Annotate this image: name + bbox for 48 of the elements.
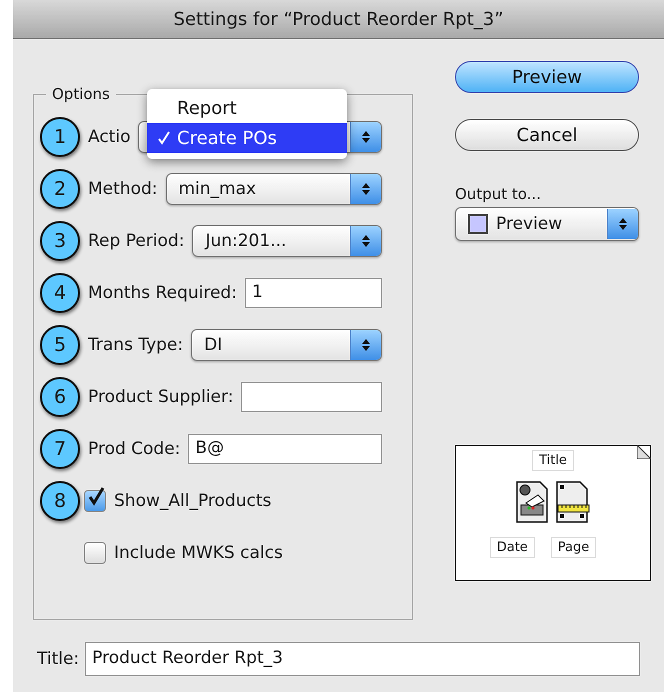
dialog-button[interactable]: Cancel [455,119,639,151]
stepper-arrows-icon [350,330,381,360]
field-label: Prod Code: [88,438,180,458]
stepper-arrows-icon [350,122,381,152]
footer-slot[interactable]: Page [550,537,596,558]
check-icon [157,131,171,145]
ruler-document-icon [556,481,590,523]
step-number: 7 [40,428,80,468]
window-title: Settings for “Product Reorder Rpt_3” [173,8,504,30]
title-label: Title: [37,649,80,669]
popup-menu[interactable]: Jun:201... [192,224,382,256]
group-label: Options [51,85,111,103]
field-label: Product Supplier: [88,386,234,406]
dialog-button[interactable]: Preview [455,61,639,93]
field-label: Trans Type: [88,334,184,354]
menu-item[interactable]: Create POs [147,123,347,153]
checkbox-label: Include MWKS calcs [114,542,283,562]
field-label: Actio [88,126,130,146]
folded-corner-icon [637,445,651,459]
footer-slot[interactable]: Date [490,537,535,558]
popup-menu[interactable]: min_max [166,172,382,204]
title-field[interactable]: Product Reorder Rpt_3 [85,642,640,676]
input-field[interactable]: 1 [244,278,382,308]
step-number: 8 [40,480,80,520]
header-slot[interactable]: Title [532,450,574,471]
input-field[interactable] [241,382,382,412]
field-label: Months Required: [88,282,237,302]
step-number: 5 [40,324,80,364]
printer-document-icon [516,481,548,523]
checkbox[interactable] [84,542,106,564]
checkbox[interactable] [84,490,106,512]
menu-item[interactable]: Report [147,93,347,123]
stepper-arrows-icon [607,209,638,239]
field-label: Method: [88,178,158,198]
step-number: 4 [40,272,80,312]
output-label: Output to... [455,185,542,203]
step-number: 3 [40,220,80,260]
window-icon [468,214,488,234]
input-field[interactable]: B@ [188,434,382,464]
output-popup[interactable]: Preview [455,207,639,241]
step-number: 1 [40,116,80,156]
popup-menu[interactable]: DI [191,328,382,360]
step-number: 2 [40,168,80,208]
field-label: Rep Period: [88,230,184,250]
checkbox-label: Show_All_Products [114,490,272,510]
stepper-arrows-icon [350,174,381,204]
stepper-arrows-icon [350,226,381,256]
step-number: 6 [40,376,80,416]
